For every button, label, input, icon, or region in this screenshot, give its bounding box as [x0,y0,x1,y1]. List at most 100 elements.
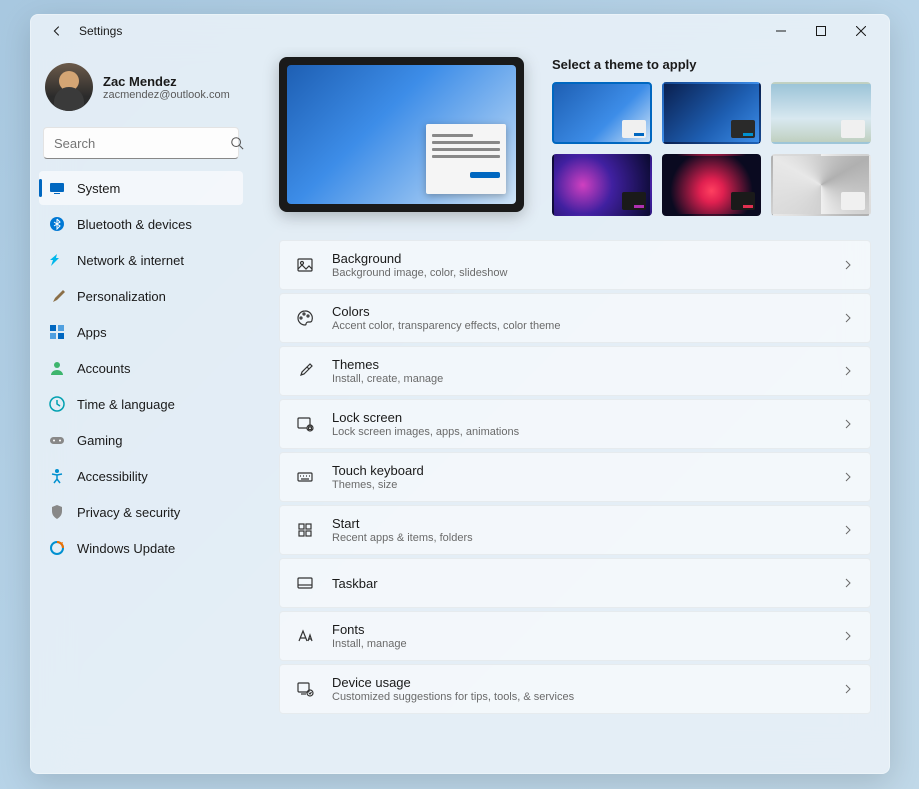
close-button[interactable] [849,19,873,43]
setting-title: Start [332,516,824,531]
setting-start[interactable]: StartRecent apps & items, folders [279,505,871,555]
search-box[interactable] [43,127,239,159]
search-input[interactable] [54,136,230,151]
setting-colors[interactable]: ColorsAccent color, transparency effects… [279,293,871,343]
chevron-right-icon [842,577,854,589]
chevron-right-icon [842,630,854,642]
preview-window [426,124,506,194]
minimize-button[interactable] [769,19,793,43]
setting-fonts[interactable]: FontsInstall, manage [279,611,871,661]
lockscreen-icon [296,415,314,433]
theme-tile-1[interactable] [552,82,652,144]
accounts-icon [49,360,65,376]
setting-sub: Lock screen images, apps, animations [332,426,824,438]
setting-sub: Recent apps & items, folders [332,532,824,544]
chevron-right-icon [842,471,854,483]
sidebar-item-label: Personalization [77,289,166,304]
sidebar-item-label: Gaming [77,433,123,448]
keyboard-icon [296,468,314,486]
chevron-right-icon [842,259,854,271]
sidebar-item-label: Network & internet [77,253,184,268]
sidebar: Zac Mendez zacmendez@outlook.com System … [31,47,251,773]
settings-list: BackgroundBackground image, color, slide… [279,240,871,714]
settings-window: Settings Zac Mendez zacmendez@outlook.co… [30,14,890,774]
user-profile[interactable]: Zac Mendez zacmendez@outlook.com [39,55,243,123]
setting-touch-keyboard[interactable]: Touch keyboardThemes, size [279,452,871,502]
update-icon [49,540,65,556]
maximize-button[interactable] [809,19,833,43]
setting-title: Lock screen [332,410,824,425]
chevron-right-icon [842,524,854,536]
setting-device-usage[interactable]: Device usageCustomized suggestions for t… [279,664,871,714]
setting-title: Touch keyboard [332,463,824,478]
setting-sub: Customized suggestions for tips, tools, … [332,691,824,703]
preview-wallpaper [287,65,516,204]
background-icon [296,256,314,274]
sidebar-item-label: Privacy & security [77,505,180,520]
sidebar-item-accessibility[interactable]: Accessibility [39,459,243,493]
theme-tile-6[interactable] [771,154,871,216]
themes-heading: Select a theme to apply [552,57,871,72]
chevron-right-icon [842,365,854,377]
titlebar: Settings [31,15,889,47]
setting-title: Themes [332,357,824,372]
desktop-preview[interactable] [279,57,524,212]
sidebar-item-time[interactable]: Time & language [39,387,243,421]
sidebar-item-accounts[interactable]: Accounts [39,351,243,385]
back-button[interactable] [47,21,67,41]
setting-title: Background [332,251,824,266]
sidebar-item-personalization[interactable]: Personalization [39,279,243,313]
sidebar-item-update[interactable]: Windows Update [39,531,243,565]
themes-section: Select a theme to apply [552,57,871,216]
time-icon [49,396,65,412]
sidebar-item-label: System [77,181,120,196]
setting-sub: Background image, color, slideshow [332,267,824,279]
theme-grid [552,82,871,216]
sidebar-item-system[interactable]: System [39,171,243,205]
nav: System Bluetooth & devices Network & int… [39,171,243,565]
main-panel: Select a theme to apply BackgroundBackgr… [251,47,889,773]
sidebar-item-label: Accounts [77,361,130,376]
apps-icon [49,324,65,340]
theme-tile-3[interactable] [771,82,871,144]
accessibility-icon [49,468,65,484]
chevron-right-icon [842,683,854,695]
setting-title: Device usage [332,675,824,690]
user-name: Zac Mendez [103,74,230,89]
setting-sub: Accent color, transparency effects, colo… [332,320,824,332]
user-email: zacmendez@outlook.com [103,89,230,101]
sidebar-item-privacy[interactable]: Privacy & security [39,495,243,529]
themes-icon [296,362,314,380]
sidebar-item-label: Windows Update [77,541,175,556]
setting-sub: Themes, size [332,479,824,491]
content: Zac Mendez zacmendez@outlook.com System … [31,47,889,773]
setting-lockscreen[interactable]: Lock screenLock screen images, apps, ani… [279,399,871,449]
setting-background[interactable]: BackgroundBackground image, color, slide… [279,240,871,290]
setting-taskbar[interactable]: Taskbar [279,558,871,608]
avatar [45,63,93,111]
sidebar-item-gaming[interactable]: Gaming [39,423,243,457]
setting-title: Fonts [332,622,824,637]
sidebar-item-label: Accessibility [77,469,148,484]
setting-themes[interactable]: ThemesInstall, create, manage [279,346,871,396]
theme-tile-2[interactable] [662,82,762,144]
bluetooth-icon [49,216,65,232]
personalization-hero: Select a theme to apply [279,57,871,216]
theme-tile-5[interactable] [662,154,762,216]
window-controls [769,19,881,43]
sidebar-item-bluetooth[interactable]: Bluetooth & devices [39,207,243,241]
sidebar-item-apps[interactable]: Apps [39,315,243,349]
network-icon [49,252,65,268]
privacy-icon [49,504,65,520]
sidebar-item-label: Apps [77,325,107,340]
theme-tile-4[interactable] [552,154,652,216]
start-icon [296,521,314,539]
sidebar-item-network[interactable]: Network & internet [39,243,243,277]
search-icon [230,135,244,151]
device-usage-icon [296,680,314,698]
window-title: Settings [79,24,122,38]
chevron-right-icon [842,312,854,324]
sidebar-item-label: Time & language [77,397,175,412]
sidebar-item-label: Bluetooth & devices [77,217,192,232]
setting-sub: Install, manage [332,638,824,650]
